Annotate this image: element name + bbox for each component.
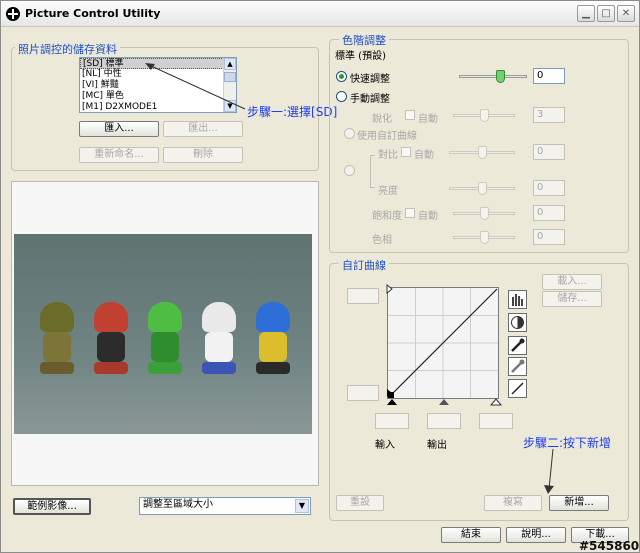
sharpen-label: 銳化 <box>372 114 392 125</box>
quick-adjust-radio[interactable] <box>336 71 347 82</box>
manual-adjust-label: 手動調整 <box>350 94 390 105</box>
curve-legend: 自訂曲線 <box>339 257 389 273</box>
close-window-button[interactable]: ✕ <box>617 5 635 22</box>
sharpen-auto-label: 自動 <box>418 114 438 125</box>
brightness-slider[interactable] <box>449 182 515 195</box>
figure-white <box>196 302 242 376</box>
picture-control-window: Picture Control Utility ▁ □ ✕ 照片調控的儲存資料 … <box>0 0 640 553</box>
copy-button[interactable]: 複寫 <box>484 495 542 511</box>
contrast-auto-checkbox[interactable] <box>401 147 411 157</box>
delete-button[interactable]: 刪除 <box>163 147 243 163</box>
figure-blue <box>250 302 296 376</box>
figure-green <box>142 302 188 376</box>
tone-subtitle: 標準 (預設) <box>335 51 386 62</box>
close-icon: ✕ <box>621 8 631 19</box>
fit-select-value: 調整至區域大小 <box>143 499 213 510</box>
help-button[interactable]: 說明... <box>506 527 566 543</box>
export-button[interactable]: 匯出... <box>163 121 243 137</box>
save-curve-button[interactable]: 儲存... <box>542 291 602 307</box>
figure-olive <box>34 302 80 376</box>
preview-panel <box>11 181 319 486</box>
close-button[interactable]: 結束 <box>441 527 501 543</box>
output-field[interactable] <box>427 413 461 429</box>
new-button[interactable]: 新增... <box>549 495 609 511</box>
custom-curve-label: 使用自訂曲線 <box>357 131 417 142</box>
curve-markers <box>386 283 503 406</box>
step2-annotation: 步驟二:按下新增 <box>523 436 612 450</box>
saturation-auto-label: 自動 <box>418 211 438 222</box>
step1-arrow <box>145 63 246 110</box>
output-max-field[interactable] <box>347 288 379 304</box>
contrast-auto-label: 自動 <box>414 150 434 161</box>
watermark: #545860 <box>579 539 640 553</box>
saturation-slider[interactable] <box>453 207 515 220</box>
white-point-marker <box>386 283 393 295</box>
hue-label: 色相 <box>372 235 392 246</box>
title-bar: Picture Control Utility ▁ □ ✕ <box>1 1 639 27</box>
slider-knob[interactable] <box>496 70 505 83</box>
manual-adjust-radio[interactable] <box>336 91 347 102</box>
quick-adjust-value[interactable]: 0 <box>533 68 565 84</box>
saturation-auto-checkbox[interactable] <box>405 208 415 218</box>
minimize-button[interactable]: ▁ <box>577 5 595 22</box>
storage-legend: 照片調控的儲存資料 <box>15 41 120 57</box>
linear-reset-icon[interactable] <box>508 379 527 398</box>
input-field[interactable] <box>375 413 409 429</box>
window-title: Picture Control Utility <box>25 7 161 20</box>
load-curve-button[interactable]: 載入... <box>542 274 602 290</box>
brightness-label: 亮度 <box>378 186 398 197</box>
rename-button[interactable]: 重新命名... <box>79 147 159 163</box>
output-min-field[interactable] <box>347 385 379 401</box>
step2-arrow <box>544 448 554 494</box>
slider-knob[interactable] <box>480 231 489 244</box>
quick-adjust-slider[interactable] <box>459 70 527 83</box>
custom-curve-radio[interactable] <box>344 128 355 139</box>
link-radio[interactable] <box>344 165 355 176</box>
quick-adjust-label: 快速調整 <box>350 74 390 85</box>
saturation-label: 飽和度 <box>372 211 402 222</box>
gamma-field[interactable] <box>479 413 513 429</box>
input-white-marker <box>489 398 503 406</box>
hue-value[interactable]: 0 <box>533 229 565 245</box>
slider-knob[interactable] <box>480 207 489 220</box>
tone-legend: 色階調整 <box>339 32 389 48</box>
output-label: 輸出 <box>427 440 447 451</box>
chevron-down-icon[interactable]: ▼ <box>295 499 309 513</box>
sharpen-auto-checkbox[interactable] <box>405 110 415 120</box>
eyedropper-gray-icon[interactable] <box>508 357 527 376</box>
fit-select[interactable]: 調整至區域大小 ▼ <box>139 497 311 515</box>
input-gray-marker <box>439 399 449 405</box>
reset-button[interactable]: 重設 <box>336 495 384 511</box>
saturation-value[interactable]: 0 <box>533 205 565 221</box>
input-black-marker <box>387 399 397 405</box>
link-bracket <box>370 155 371 187</box>
brightness-value[interactable]: 0 <box>533 180 565 196</box>
hue-slider[interactable] <box>453 231 515 244</box>
contrast-label: 對比 <box>378 150 398 161</box>
histogram-icon[interactable] <box>508 290 527 309</box>
figure-red <box>88 302 134 376</box>
sample-image-button[interactable]: 範例影像... <box>13 498 91 515</box>
contrast-icon[interactable] <box>508 313 527 332</box>
input-label: 輸入 <box>375 440 395 451</box>
contrast-value[interactable]: 0 <box>533 144 565 160</box>
minimize-icon: ▁ <box>582 8 590 19</box>
slider-knob[interactable] <box>480 109 489 122</box>
maximize-button[interactable]: □ <box>597 5 615 22</box>
black-output-marker <box>387 389 392 397</box>
import-button[interactable]: 匯入... <box>79 121 159 137</box>
contrast-slider[interactable] <box>449 146 515 159</box>
slider-knob[interactable] <box>478 182 487 195</box>
app-icon[interactable] <box>6 7 20 21</box>
maximize-icon: □ <box>601 8 611 19</box>
step1-annotation: 步驟一:選擇[SD] <box>247 105 338 119</box>
sample-photo <box>14 234 312 434</box>
sharpen-slider[interactable] <box>453 109 515 122</box>
eyedropper-black-icon[interactable] <box>508 336 527 355</box>
sharpen-value[interactable]: 3 <box>533 107 565 123</box>
slider-knob[interactable] <box>478 146 487 159</box>
